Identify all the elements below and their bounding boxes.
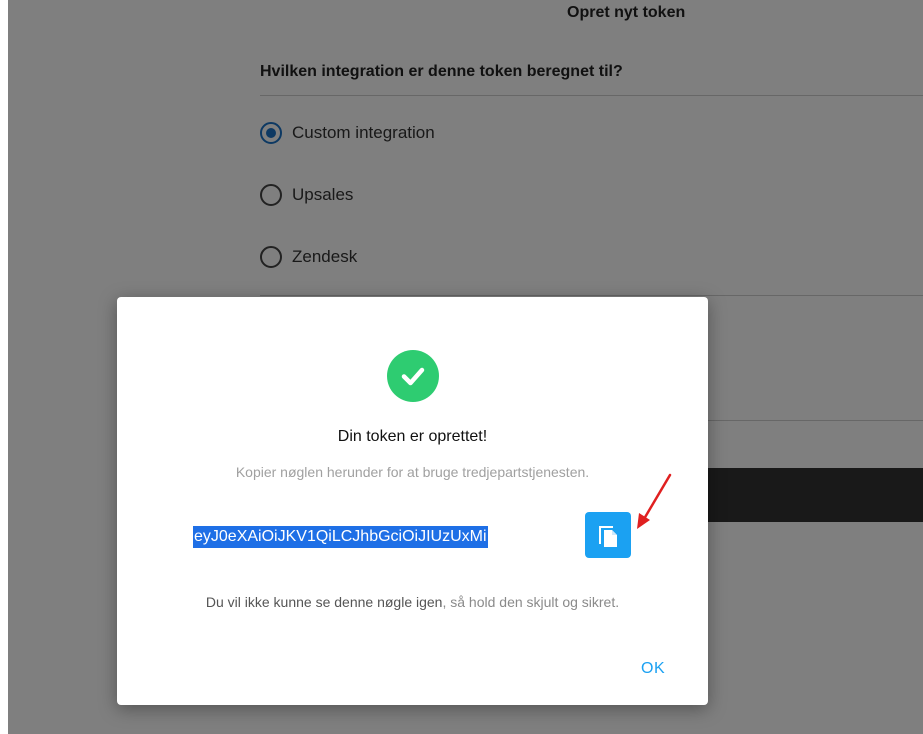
red-arrow-annotation: [637, 473, 672, 529]
copy-icon: [599, 526, 617, 547]
dialog-warning: Du vil ikke kunne se denne nøgle igen, s…: [117, 594, 708, 610]
warning-emphasis: Du vil ikke kunne se denne nøgle igen: [205, 594, 443, 610]
token-created-dialog: Din token er oprettet! Kopier nøglen her…: [117, 297, 708, 705]
ok-button[interactable]: OK: [641, 660, 665, 678]
copy-token-button[interactable]: [585, 512, 631, 558]
window-edge: [0, 0, 8, 734]
check-circle-icon: [387, 350, 439, 402]
warning-rest: , så hold den skjult og sikret.: [442, 594, 620, 610]
token-value[interactable]: eyJ0eXAiOiJKV1QiLCJhbGciOiJIUzUxMi: [193, 526, 488, 548]
dialog-subtitle: Kopier nøglen herunder for at bruge tred…: [235, 464, 590, 480]
dialog-title: Din token er oprettet!: [337, 428, 488, 445]
